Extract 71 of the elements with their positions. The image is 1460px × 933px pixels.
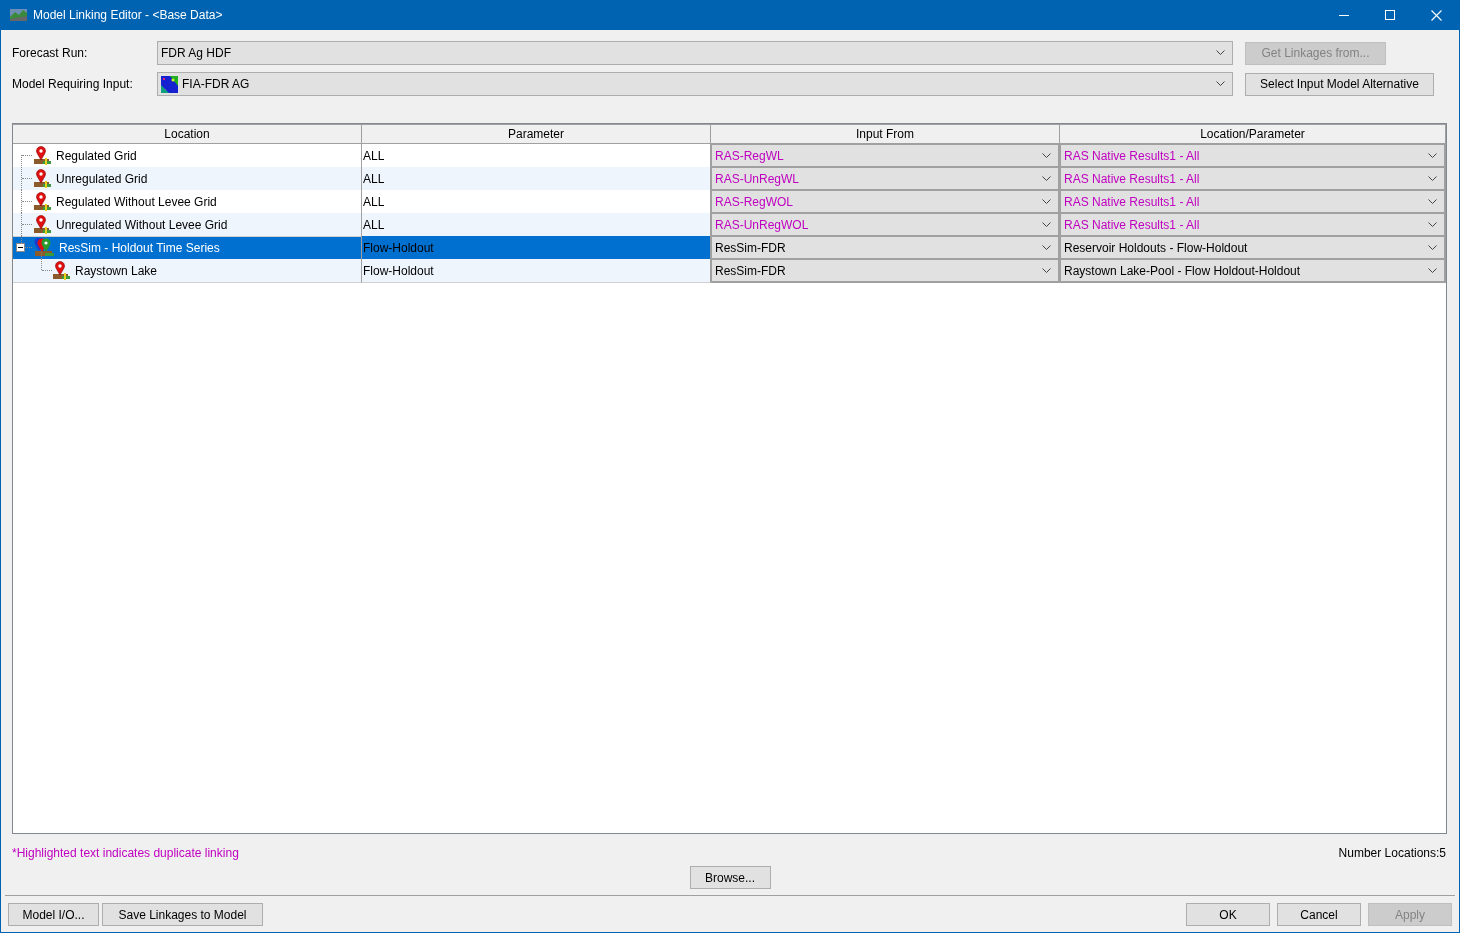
model-requiring-input-label: Model Requiring Input: [12, 77, 134, 91]
browse-button[interactable]: Browse... [689, 866, 771, 889]
forecast-run-label: Forecast Run: [12, 46, 89, 60]
model-icon [161, 75, 178, 93]
column-header[interactable]: Location [13, 124, 362, 144]
input-from-dropdown[interactable]: RAS-UnRegWOL [711, 213, 1060, 237]
location-parameter-dropdown[interactable]: Raystown Lake-Pool - Flow Holdout-Holdout [1060, 259, 1446, 283]
duplicate-linking-note: *Highlighted text indicates duplicate linking [12, 845, 239, 860]
footer-button[interactable]: OK [1186, 903, 1270, 926]
map-pin-icon [33, 215, 52, 234]
location-parameter-dropdown[interactable]: RAS Native Results1 - All [1060, 167, 1446, 191]
window-title: Model Linking Editor - <Base Data> [33, 8, 224, 22]
input-from-dropdown[interactable]: RAS-UnRegWL [711, 167, 1060, 191]
dropdown-value: RAS-UnRegWL [715, 171, 800, 186]
table-cell: ALL [362, 213, 711, 237]
table-cell: ALL [362, 167, 711, 191]
map-pin-icon [33, 169, 52, 188]
footer-button[interactable]: Model I/O... [8, 903, 99, 926]
table-row[interactable]: Raystown Lake Flow-Holdout ResSim-FDR Raystown Lake-Pool - Flow Holdout-Holdout [13, 259, 1446, 282]
table-row[interactable]: Unregulated Grid ALL RAS-UnRegWL RAS Native Results1 - All [13, 167, 1446, 190]
location-parameter-dropdown[interactable]: RAS Native Results1 - All [1060, 144, 1446, 168]
table-cell: ALL [362, 190, 711, 214]
map-pin-icon [52, 261, 71, 280]
close-icon[interactable] [1430, 9, 1442, 21]
table-row[interactable]: Unregulated Without Levee Grid ALL RAS-UnRegWOL RAS Native Results1 - All [13, 213, 1446, 236]
location-parameter-dropdown[interactable]: RAS Native Results1 - All [1060, 213, 1446, 237]
model-requiring-input-dropdown[interactable]: FIA-FDR AG [157, 72, 1233, 96]
dropdown-value: Reservoir Holdouts - Flow-Holdout [1064, 240, 1248, 255]
dropdown-value: RAS-RegWOL [715, 194, 794, 209]
location-name: Regulated Without Levee Grid [55, 193, 218, 210]
collapse-toggle-icon[interactable] [16, 243, 25, 252]
dropdown-value: RAS Native Results1 - All [1064, 148, 1200, 163]
input-from-dropdown[interactable]: RAS-RegWOL [711, 190, 1060, 214]
table-row[interactable]: ResSim - Holdout Time Series Flow-Holdout ResSim-FDR Reservoir Holdouts - Flow-Holdout [13, 236, 1446, 259]
dropdown-value: RAS-RegWL [715, 148, 784, 163]
dropdown-value: ResSim-FDR [715, 263, 786, 278]
column-header[interactable]: Location/Parameter [1060, 124, 1446, 144]
app-icon [10, 7, 27, 23]
column-header[interactable]: Input From [711, 124, 1060, 144]
location-parameter-dropdown[interactable]: RAS Native Results1 - All [1060, 190, 1446, 214]
forecast-run-dropdown[interactable]: FDR Ag HDF [157, 41, 1233, 65]
table-cell: Flow-Holdout [362, 259, 711, 283]
map-pins-icon [33, 238, 55, 257]
location-name: Unregulated Without Levee Grid [55, 216, 229, 233]
table-row[interactable]: Regulated Grid ALL RAS-RegWL RAS Native Results1 - All [13, 144, 1446, 167]
dropdown-value: FIA-FDR AG [182, 77, 251, 91]
footer-button[interactable]: Save Linkages to Model [102, 903, 263, 926]
table-cell: ALL [362, 144, 711, 168]
dropdown-value: RAS-UnRegWOL [715, 217, 809, 232]
dropdown-value: FDR Ag HDF [161, 46, 232, 60]
input-from-dropdown[interactable]: RAS-RegWL [711, 144, 1060, 168]
location-parameter-dropdown[interactable]: Reservoir Holdouts - Flow-Holdout [1060, 236, 1446, 260]
footer-button[interactable]: Cancel [1277, 903, 1361, 926]
map-pin-icon [33, 192, 52, 211]
select-input-model-alternative-button[interactable]: Select Input Model Alternative [1245, 72, 1434, 96]
minimize-icon[interactable] [1339, 14, 1349, 16]
input-from-dropdown[interactable]: ResSim-FDR [711, 236, 1060, 260]
dropdown-value: ResSim-FDR [715, 240, 786, 255]
dropdown-value: RAS Native Results1 - All [1064, 217, 1200, 232]
map-pin-icon [33, 146, 52, 165]
maximize-icon[interactable] [1385, 10, 1395, 20]
dropdown-value: RAS Native Results1 - All [1064, 194, 1200, 209]
dropdown-value: RAS Native Results1 - All [1064, 171, 1200, 186]
location-name: Unregulated Grid [55, 170, 149, 187]
column-header[interactable]: Parameter [362, 124, 711, 144]
number-locations-label: Number Locations:5 [1338, 845, 1446, 860]
location-name: ResSim - Holdout Time Series [58, 239, 221, 256]
dropdown-value: Raystown Lake-Pool - Flow Holdout-Holdout [1064, 263, 1301, 278]
location-name: Raystown Lake [74, 262, 159, 279]
input-from-dropdown[interactable]: ResSim-FDR [711, 259, 1060, 283]
location-name: Regulated Grid [55, 147, 138, 164]
